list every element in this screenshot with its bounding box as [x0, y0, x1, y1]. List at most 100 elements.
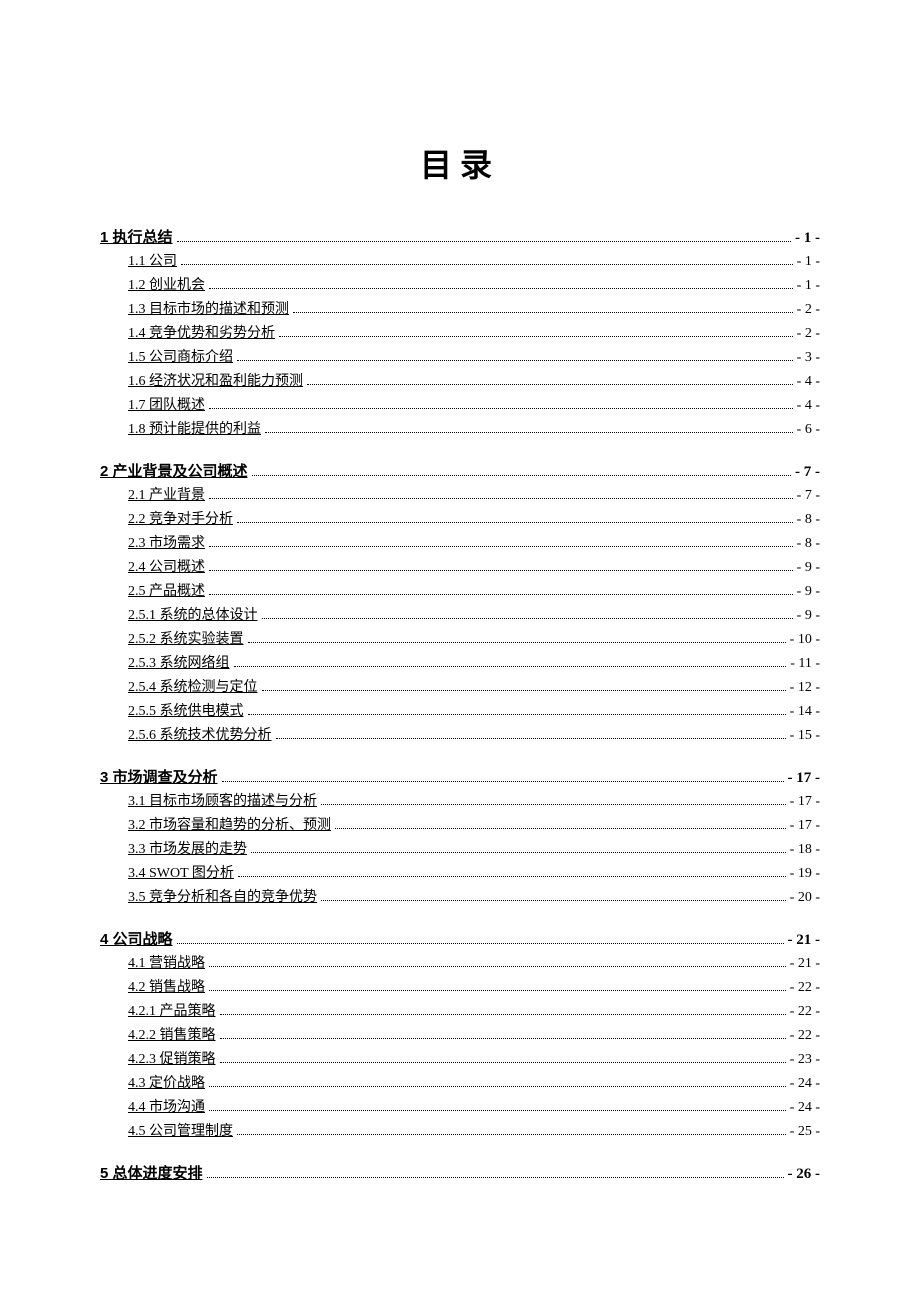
toc-heading[interactable]: 2 产业背景及公司概述- 7 - [100, 460, 820, 484]
toc-item-page: - 11 - [790, 652, 820, 676]
toc-item-label: 4.4 市场沟通 [128, 1096, 205, 1120]
toc-item-page: - 8 - [797, 508, 820, 532]
toc-leader [209, 570, 793, 571]
toc-item[interactable]: 3.2 市场容量和趋势的分析、预测- 17 - [100, 814, 820, 838]
toc-leader [237, 522, 793, 523]
toc-item-page: - 4 - [797, 370, 820, 394]
toc-item-page: - 23 - [790, 1048, 820, 1072]
toc-item[interactable]: 1.7 团队概述- 4 - [100, 394, 820, 418]
toc-item[interactable]: 4.4 市场沟通- 24 - [100, 1096, 820, 1120]
toc-section: 3 市场调查及分析- 17 -3.1 目标市场顾客的描述与分析- 17 -3.2… [100, 766, 820, 910]
toc-item[interactable]: 4.2.1 产品策略 - 22 - [100, 1000, 820, 1024]
toc-item-page: - 21 - [790, 952, 820, 976]
toc-leader [321, 900, 786, 901]
toc-heading-page: - 7 - [795, 460, 820, 484]
toc-leader [248, 642, 786, 643]
toc-heading-page: - 17 - [788, 766, 821, 790]
toc-leader [293, 312, 793, 313]
toc-item[interactable]: 1.6 经济状况和盈利能力预测- 4 - [100, 370, 820, 394]
toc-leader [262, 690, 786, 691]
toc-item-page: - 17 - [790, 814, 820, 838]
toc-item-label: 4.1 营销战略 [128, 952, 205, 976]
toc-item[interactable]: 4.2 销售战略- 22 - [100, 976, 820, 1000]
toc-item[interactable]: 3.3 市场发展的走势- 18 - [100, 838, 820, 862]
toc-item-page: - 9 - [797, 580, 820, 604]
toc-leader [209, 594, 793, 595]
toc-item[interactable]: 2.4 公司概述- 9 - [100, 556, 820, 580]
toc-item[interactable]: 4.2.3 促销策略 - 23 - [100, 1048, 820, 1072]
toc-item[interactable]: 1.1 公司- 1 - [100, 250, 820, 274]
toc-item-label: 2.5.2 系统实验装置 [128, 628, 244, 652]
toc-item-label: 2.5.6 系统技术优势分析 [128, 724, 272, 748]
toc-heading-label: 4 公司战略 [100, 928, 173, 952]
toc-item-label: 2.3 市场需求 [128, 532, 205, 556]
toc-item-page: - 17 - [790, 790, 820, 814]
toc-item-label: 1.4 竞争优势和劣势分析 [128, 322, 275, 346]
toc-heading-page: - 21 - [788, 928, 821, 952]
toc-item-page: - 24 - [790, 1072, 820, 1096]
toc-item-page: - 12 - [790, 676, 820, 700]
toc-leader [220, 1062, 786, 1063]
toc-item-label: 4.2.2 销售策略 [128, 1024, 216, 1048]
toc-leader [321, 804, 786, 805]
toc-leader [335, 828, 786, 829]
toc-item-page: - 22 - [790, 1024, 820, 1048]
toc-leader [248, 714, 786, 715]
table-of-contents: 1 执行总结- 1 -1.1 公司- 1 -1.2 创业机会- 1 -1.3 目… [100, 226, 820, 1186]
toc-item[interactable]: 1.8 预计能提供的利益- 6 - [100, 418, 820, 442]
toc-item-label: 1.5 公司商标介绍 [128, 346, 233, 370]
toc-item[interactable]: 3.5 竞争分析和各自的竞争优势 - 20 - [100, 886, 820, 910]
toc-item-page: - 20 - [790, 886, 820, 910]
toc-item[interactable]: 2.3 市场需求 - 8 - [100, 532, 820, 556]
toc-leader [276, 738, 786, 739]
toc-leader [209, 498, 793, 499]
toc-item[interactable]: 2.5.1 系统的总体设计- 9 - [100, 604, 820, 628]
toc-item-label: 3.5 竞争分析和各自的竞争优势 [128, 886, 317, 910]
toc-item-label: 4.2.3 促销策略 [128, 1048, 216, 1072]
toc-item[interactable]: 2.5 产品概述- 9 - [100, 580, 820, 604]
toc-leader [209, 288, 793, 289]
toc-item[interactable]: 1.5 公司商标介绍- 3 - [100, 346, 820, 370]
toc-item[interactable]: 1.4 竞争优势和劣势分析- 2 - [100, 322, 820, 346]
toc-leader [279, 336, 793, 337]
toc-item-label: 1.7 团队概述 [128, 394, 205, 418]
toc-leader [209, 966, 786, 967]
toc-item-label: 3.1 目标市场顾客的描述与分析 [128, 790, 317, 814]
toc-leader [209, 1086, 786, 1087]
toc-item[interactable]: 2.2 竞争对手分析 - 8 - [100, 508, 820, 532]
toc-item[interactable]: 3.1 目标市场顾客的描述与分析 - 17 - [100, 790, 820, 814]
toc-item-label: 2.5.4 系统检测与定位 [128, 676, 258, 700]
toc-item-page: - 8 - [797, 532, 820, 556]
toc-heading[interactable]: 4 公司战略 - 21 - [100, 928, 820, 952]
toc-item[interactable]: 3.4 SWOT 图分析- 19 - [100, 862, 820, 886]
toc-item[interactable]: 2.5.5 系统供电模式- 14 - [100, 700, 820, 724]
toc-item[interactable]: 1.2 创业机会- 1 - [100, 274, 820, 298]
toc-item[interactable]: 4.5 公司管理制度- 25 - [100, 1120, 820, 1144]
toc-item[interactable]: 4.2.2 销售策略 - 22 - [100, 1024, 820, 1048]
toc-item[interactable]: 2.5.2 系统实验装置- 10 - [100, 628, 820, 652]
toc-heading[interactable]: 1 执行总结- 1 - [100, 226, 820, 250]
toc-leader [234, 666, 787, 667]
toc-item[interactable]: 2.1 产业背景- 7 - [100, 484, 820, 508]
toc-item-label: 3.4 SWOT 图分析 [128, 862, 234, 886]
toc-item-page: - 1 - [797, 250, 820, 274]
toc-heading-label: 5 总体进度安排 [100, 1162, 203, 1186]
toc-leader [177, 943, 784, 944]
toc-leader [237, 1134, 786, 1135]
toc-leader [237, 360, 793, 361]
toc-heading[interactable]: 3 市场调查及分析- 17 - [100, 766, 820, 790]
toc-item[interactable]: 4.1 营销战略 - 21 - [100, 952, 820, 976]
toc-item-label: 2.2 竞争对手分析 [128, 508, 233, 532]
toc-item[interactable]: 4.3 定价战略 - 24 - [100, 1072, 820, 1096]
toc-heading[interactable]: 5 总体进度安排- 26 - [100, 1162, 820, 1186]
toc-item-page: - 9 - [797, 556, 820, 580]
toc-item-label: 4.3 定价战略 [128, 1072, 205, 1096]
toc-item[interactable]: 1.3 目标市场的描述和预测- 2 - [100, 298, 820, 322]
toc-item-page: - 22 - [790, 1000, 820, 1024]
toc-item[interactable]: 2.5.6 系统技术优势分析- 15 - [100, 724, 820, 748]
toc-item-label: 4.2.1 产品策略 [128, 1000, 216, 1024]
toc-item-label: 4.5 公司管理制度 [128, 1120, 233, 1144]
toc-item[interactable]: 2.5.4 系统检测与定位 - 12 - [100, 676, 820, 700]
toc-item-label: 1.8 预计能提供的利益 [128, 418, 261, 442]
toc-item[interactable]: 2.5.3 系统网络组- 11 - [100, 652, 820, 676]
